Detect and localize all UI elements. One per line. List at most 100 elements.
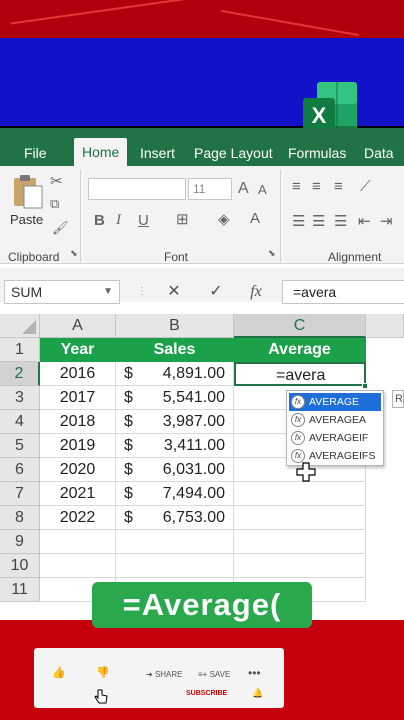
format-painter-icon[interactable]: 🖌 xyxy=(52,220,69,236)
row-header[interactable]: 2 xyxy=(0,362,40,386)
empty-cell[interactable] xyxy=(116,554,234,578)
year-cell[interactable]: 2017 xyxy=(40,386,116,410)
align-right-icon[interactable]: ☰ xyxy=(334,212,347,230)
fill-handle[interactable] xyxy=(362,383,368,389)
ribbon: Paste ✂ ⧉ 🖌 Clipboard ⬊ 11 A A B I U ⊞ ◈… xyxy=(0,166,404,264)
column-header-d[interactable] xyxy=(366,314,404,338)
chevron-down-icon[interactable]: ▼ xyxy=(103,281,113,303)
empty-cell[interactable] xyxy=(116,530,234,554)
row-header[interactable]: 5 xyxy=(0,434,40,458)
currency-symbol: $ xyxy=(124,509,133,526)
formula-input[interactable]: =avera xyxy=(282,280,404,304)
sales-cell[interactable]: $6,753.00 xyxy=(116,506,234,530)
menu-file[interactable]: File xyxy=(24,128,47,166)
row-header[interactable]: 10 xyxy=(0,554,40,578)
cut-icon[interactable]: ✂ xyxy=(50,172,63,190)
sales-cell[interactable]: $3,411.00 xyxy=(116,434,234,458)
dislike-icon[interactable]: 👎 xyxy=(96,666,110,679)
sales-cell[interactable]: $5,541.00 xyxy=(116,386,234,410)
autocomplete-item[interactable]: fx AVERAGEA xyxy=(289,411,381,429)
empty-cell[interactable] xyxy=(234,554,366,578)
empty-cell[interactable] xyxy=(234,482,366,506)
align-center-icon[interactable]: ☰ xyxy=(312,212,325,230)
menu-page-layout[interactable]: Page Layout xyxy=(194,128,273,166)
header-cell-sales[interactable]: Sales xyxy=(116,338,234,362)
shrink-font-button[interactable]: A xyxy=(258,182,267,197)
year-cell[interactable]: 2019 xyxy=(40,434,116,458)
copy-icon[interactable]: ⧉ xyxy=(50,196,59,212)
subscribe-button[interactable]: SUBSCRIBE xyxy=(186,690,227,697)
align-middle-icon[interactable]: ≡ xyxy=(312,178,321,195)
cell-cursor-icon xyxy=(296,462,316,482)
insert-function-button[interactable]: fx xyxy=(244,280,268,304)
italic-button[interactable]: I xyxy=(116,212,121,229)
paste-icon[interactable] xyxy=(12,174,44,210)
row-header[interactable]: 8 xyxy=(0,506,40,530)
underline-button[interactable]: U xyxy=(138,212,149,229)
row-header[interactable]: 9 xyxy=(0,530,40,554)
font-name-box[interactable] xyxy=(88,178,186,200)
cancel-button[interactable]: ✕ xyxy=(162,280,186,304)
name-box-value: SUM xyxy=(11,284,43,300)
decrease-indent-icon[interactable]: ⇤ xyxy=(358,212,371,230)
group-clipboard: Clipboard xyxy=(8,250,60,264)
row-header[interactable]: 4 xyxy=(0,410,40,434)
column-header-b[interactable]: B xyxy=(116,314,234,338)
enter-button[interactable]: ✓ xyxy=(204,280,228,304)
select-all-button[interactable] xyxy=(0,314,40,338)
row-header[interactable]: 11 xyxy=(0,578,40,602)
font-launcher-icon[interactable]: ⬊ xyxy=(268,248,276,259)
sales-cell[interactable]: $6,031.00 xyxy=(116,458,234,482)
font-color-button[interactable]: A xyxy=(250,210,260,227)
grow-font-button[interactable]: A xyxy=(238,180,249,198)
year-cell[interactable]: 2021 xyxy=(40,482,116,506)
empty-cell[interactable] xyxy=(40,530,116,554)
borders-icon[interactable]: ⊞ xyxy=(176,210,189,228)
column-header-c[interactable]: C xyxy=(234,314,366,338)
currency-symbol: $ xyxy=(124,389,133,406)
function-name: AVERAGE xyxy=(309,396,359,408)
year-cell[interactable]: 2018 xyxy=(40,410,116,434)
menu-formulas[interactable]: Formulas xyxy=(288,128,346,166)
orientation-icon[interactable]: ⟋ xyxy=(360,178,371,195)
row-header[interactable]: 6 xyxy=(0,458,40,482)
sales-cell[interactable]: $7,494.00 xyxy=(116,482,234,506)
year-cell[interactable]: 2020 xyxy=(40,458,116,482)
year-cell[interactable]: 2016 xyxy=(40,362,116,386)
fill-color-icon[interactable]: ◈ xyxy=(218,210,230,228)
name-box[interactable]: SUM ▼ xyxy=(4,280,120,304)
empty-cell[interactable] xyxy=(40,554,116,578)
font-size-box[interactable]: 11 xyxy=(188,178,232,200)
sales-cell[interactable]: $4,891.00 xyxy=(116,362,234,386)
menu-home[interactable]: Home xyxy=(74,138,128,166)
align-left-icon[interactable]: ☰ xyxy=(292,212,305,230)
row-header[interactable]: 1 xyxy=(0,338,40,362)
autocomplete-item[interactable]: fx AVERAGE xyxy=(289,393,381,411)
more-options-icon[interactable]: ••• xyxy=(248,666,261,680)
align-top-icon[interactable]: ≡ xyxy=(292,178,301,195)
active-cell-c2[interactable]: =avera xyxy=(234,362,366,386)
ribbon-separator xyxy=(80,170,81,262)
menu-data[interactable]: Data xyxy=(364,128,394,166)
year-cell[interactable]: 2022 xyxy=(40,506,116,530)
sales-cell[interactable]: $3,987.00 xyxy=(116,410,234,434)
increase-indent-icon[interactable]: ⇥ xyxy=(380,212,393,230)
menu-insert[interactable]: Insert xyxy=(140,128,175,166)
group-alignment: Alignment xyxy=(328,250,382,264)
header-cell-average[interactable]: Average xyxy=(234,338,366,362)
align-bottom-icon[interactable]: ≡ xyxy=(334,178,343,195)
column-header-a[interactable]: A xyxy=(40,314,116,338)
notification-bell-icon[interactable]: 🔔 xyxy=(252,688,263,699)
autocomplete-item[interactable]: fx AVERAGEIF xyxy=(289,429,381,447)
header-cell-year[interactable]: Year xyxy=(40,338,116,362)
like-icon[interactable]: 👍 xyxy=(52,666,66,679)
empty-cell[interactable] xyxy=(234,530,366,554)
bold-button[interactable]: B xyxy=(94,212,105,229)
save-button[interactable]: ≡+ SAVE xyxy=(198,670,230,679)
paste-button[interactable]: Paste xyxy=(10,212,43,227)
share-button[interactable]: ➜ SHARE xyxy=(146,670,183,679)
clipboard-launcher-icon[interactable]: ⬊ xyxy=(70,248,78,259)
empty-cell[interactable] xyxy=(234,506,366,530)
row-header[interactable]: 7 xyxy=(0,482,40,506)
row-header[interactable]: 3 xyxy=(0,386,40,410)
